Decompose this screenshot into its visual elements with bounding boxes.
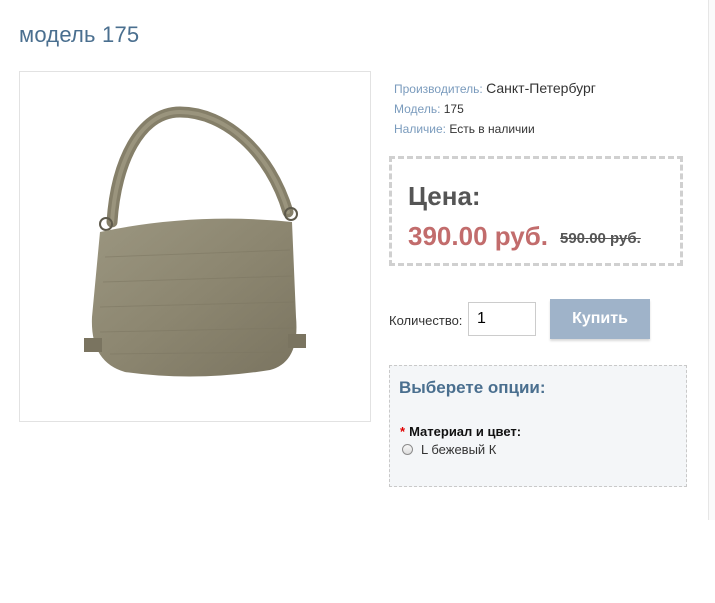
availability-row: Наличие: Есть в наличии bbox=[394, 119, 596, 139]
material-label: * Материал и цвет: bbox=[400, 424, 521, 439]
page-edge bbox=[708, 0, 715, 520]
model-value: 175 bbox=[443, 102, 464, 116]
manufacturer-link[interactable]: Санкт-Петербург bbox=[486, 80, 596, 96]
page-title: модель 175 bbox=[19, 22, 140, 47]
options-title: Выберете опции: bbox=[399, 378, 546, 397]
quantity-input[interactable] bbox=[468, 302, 536, 336]
product-image[interactable] bbox=[19, 71, 371, 422]
options-box: Выберете опции: * Материал и цвет: L беже… bbox=[389, 365, 687, 487]
price-box: Цена: 390.00 руб. 590.00 руб. bbox=[389, 156, 683, 266]
model-row: Модель: 175 bbox=[394, 99, 596, 119]
price-label: Цена: bbox=[408, 181, 481, 211]
manufacturer-row: Производитель: Санкт-Петербург bbox=[394, 78, 596, 99]
availability-value: Есть в наличии bbox=[449, 122, 535, 136]
manufacturer-label: Производитель: bbox=[394, 82, 483, 96]
option-choice[interactable]: L бежевый К bbox=[402, 442, 496, 457]
price-new: 390.00 руб. bbox=[408, 221, 549, 251]
required-mark: * bbox=[400, 424, 406, 439]
buy-button[interactable]: Купить bbox=[550, 299, 650, 339]
price-old: 590.00 руб. bbox=[560, 230, 641, 247]
handbag-photo bbox=[84, 106, 306, 377]
model-label: Модель: bbox=[394, 102, 441, 116]
availability-label: Наличие: bbox=[394, 122, 447, 136]
quantity-label: Количество: bbox=[389, 313, 463, 328]
material-label-text: Материал и цвет: bbox=[409, 424, 522, 439]
option-choice-label: L бежевый К bbox=[421, 442, 497, 457]
product-info: Производитель: Санкт-Петербург Модель: 1… bbox=[394, 78, 596, 139]
radio-button[interactable] bbox=[402, 444, 413, 455]
